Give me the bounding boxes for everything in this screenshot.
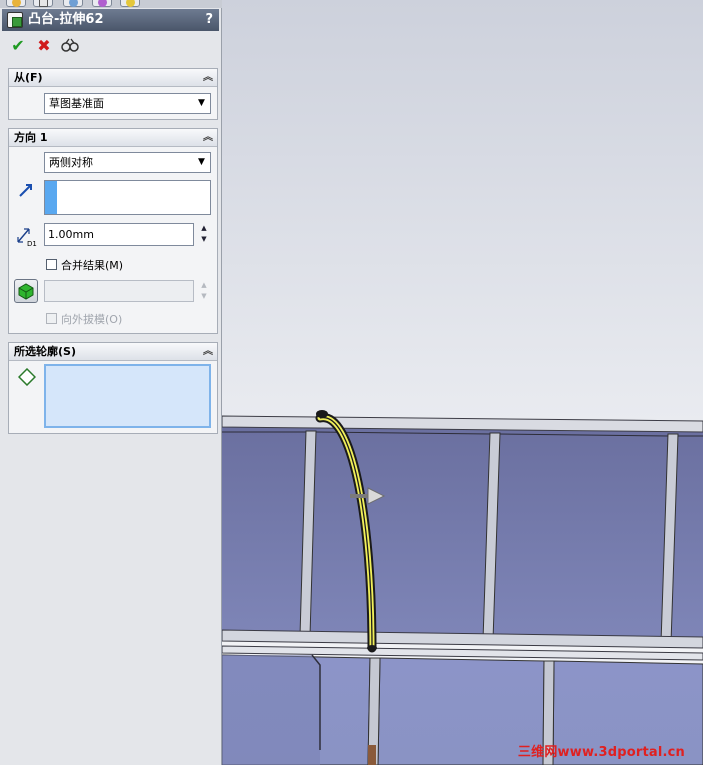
direction-arrow-icon[interactable] [18, 182, 34, 198]
depth-value: 1.00mm [48, 228, 94, 241]
tab-property-manager[interactable] [33, 0, 53, 7]
direction1-group-title: 方向 1 [14, 131, 48, 144]
start-condition-select[interactable]: 草图基准面 ▼ [44, 93, 211, 114]
preview-icon[interactable] [60, 36, 80, 56]
feature-title: 凸台-拉伸62 [28, 12, 104, 27]
property-manager-panel: 凸台-拉伸62 ? ✔ ✖ 从(F) ︽ 草图基准面 ▼ 方向 1 ︽ 两侧对称… [0, 0, 222, 765]
direction1-group: 方向 1 ︽ 两侧对称 ▼ D1 1.00mm ▲ ▼ 合并结果(M) ▲ ▼ 向外… [8, 128, 218, 334]
depth-input[interactable]: 1.00mm [44, 223, 194, 246]
tab-configuration-manager[interactable] [63, 0, 83, 7]
chevron-down-icon: ▼ [198, 98, 205, 108]
selected-contours-list[interactable] [44, 364, 211, 428]
end-condition-value: 两侧对称 [49, 156, 93, 169]
contour-icon [17, 367, 37, 387]
graphics-viewport[interactable]: 三维网www.3dportal.cn [222, 0, 703, 765]
from-group: 从(F) ︽ 草图基准面 ▼ [8, 68, 218, 120]
frame-panel-upper [222, 420, 703, 645]
tab-dimxpert-manager[interactable] [92, 0, 112, 7]
start-condition-value: 草图基准面 [49, 97, 104, 110]
tab-display-manager[interactable] [120, 0, 140, 7]
collapse-icon[interactable]: ︽ [203, 343, 213, 361]
direction1-group-header[interactable]: 方向 1 ︽ [9, 129, 217, 147]
collapse-icon[interactable]: ︽ [203, 69, 213, 87]
help-button[interactable]: ? [205, 9, 213, 31]
draft-angle-input[interactable] [44, 280, 194, 302]
model-view [222, 410, 703, 765]
ok-icon[interactable]: ✔ [8, 36, 28, 56]
manager-tabs [0, 0, 222, 8]
feature-title-bar: 凸台-拉伸62 ? [2, 9, 219, 31]
face-selection-icon[interactable] [14, 279, 38, 303]
merge-result-checkbox[interactable] [46, 259, 57, 270]
direction-reference-field[interactable] [44, 180, 211, 215]
selection-color-swatch [45, 181, 57, 214]
tab-feature-manager[interactable] [6, 0, 26, 7]
from-group-title: 从(F) [14, 71, 43, 84]
selected-contours-group: 所选轮廓(S) ︽ [8, 342, 218, 434]
from-group-header[interactable]: 从(F) ︽ [9, 69, 217, 87]
draft-outward-label: 向外拔模(O) [61, 313, 123, 326]
cancel-icon[interactable]: ✖ [34, 36, 54, 56]
feature-extrude-icon [7, 12, 23, 28]
draft-angle-stepper[interactable]: ▲ ▼ [197, 280, 211, 302]
contours-group-title: 所选轮廓(S) [14, 345, 76, 358]
merge-result-label: 合并结果(M) [61, 259, 124, 272]
collapse-icon[interactable]: ︽ [203, 129, 213, 147]
svg-text:D1: D1 [27, 240, 37, 247]
watermark-text: 三维网www.3dportal.cn [517, 745, 685, 760]
chevron-down-icon: ▼ [198, 157, 205, 167]
depth-stepper[interactable]: ▲ ▼ [197, 223, 211, 245]
depth-icon: D1 [15, 225, 39, 248]
contours-group-header[interactable]: 所选轮廓(S) ︽ [9, 343, 217, 361]
draft-outward-checkbox[interactable] [46, 313, 57, 324]
end-condition-select[interactable]: 两侧对称 ▼ [44, 152, 211, 173]
